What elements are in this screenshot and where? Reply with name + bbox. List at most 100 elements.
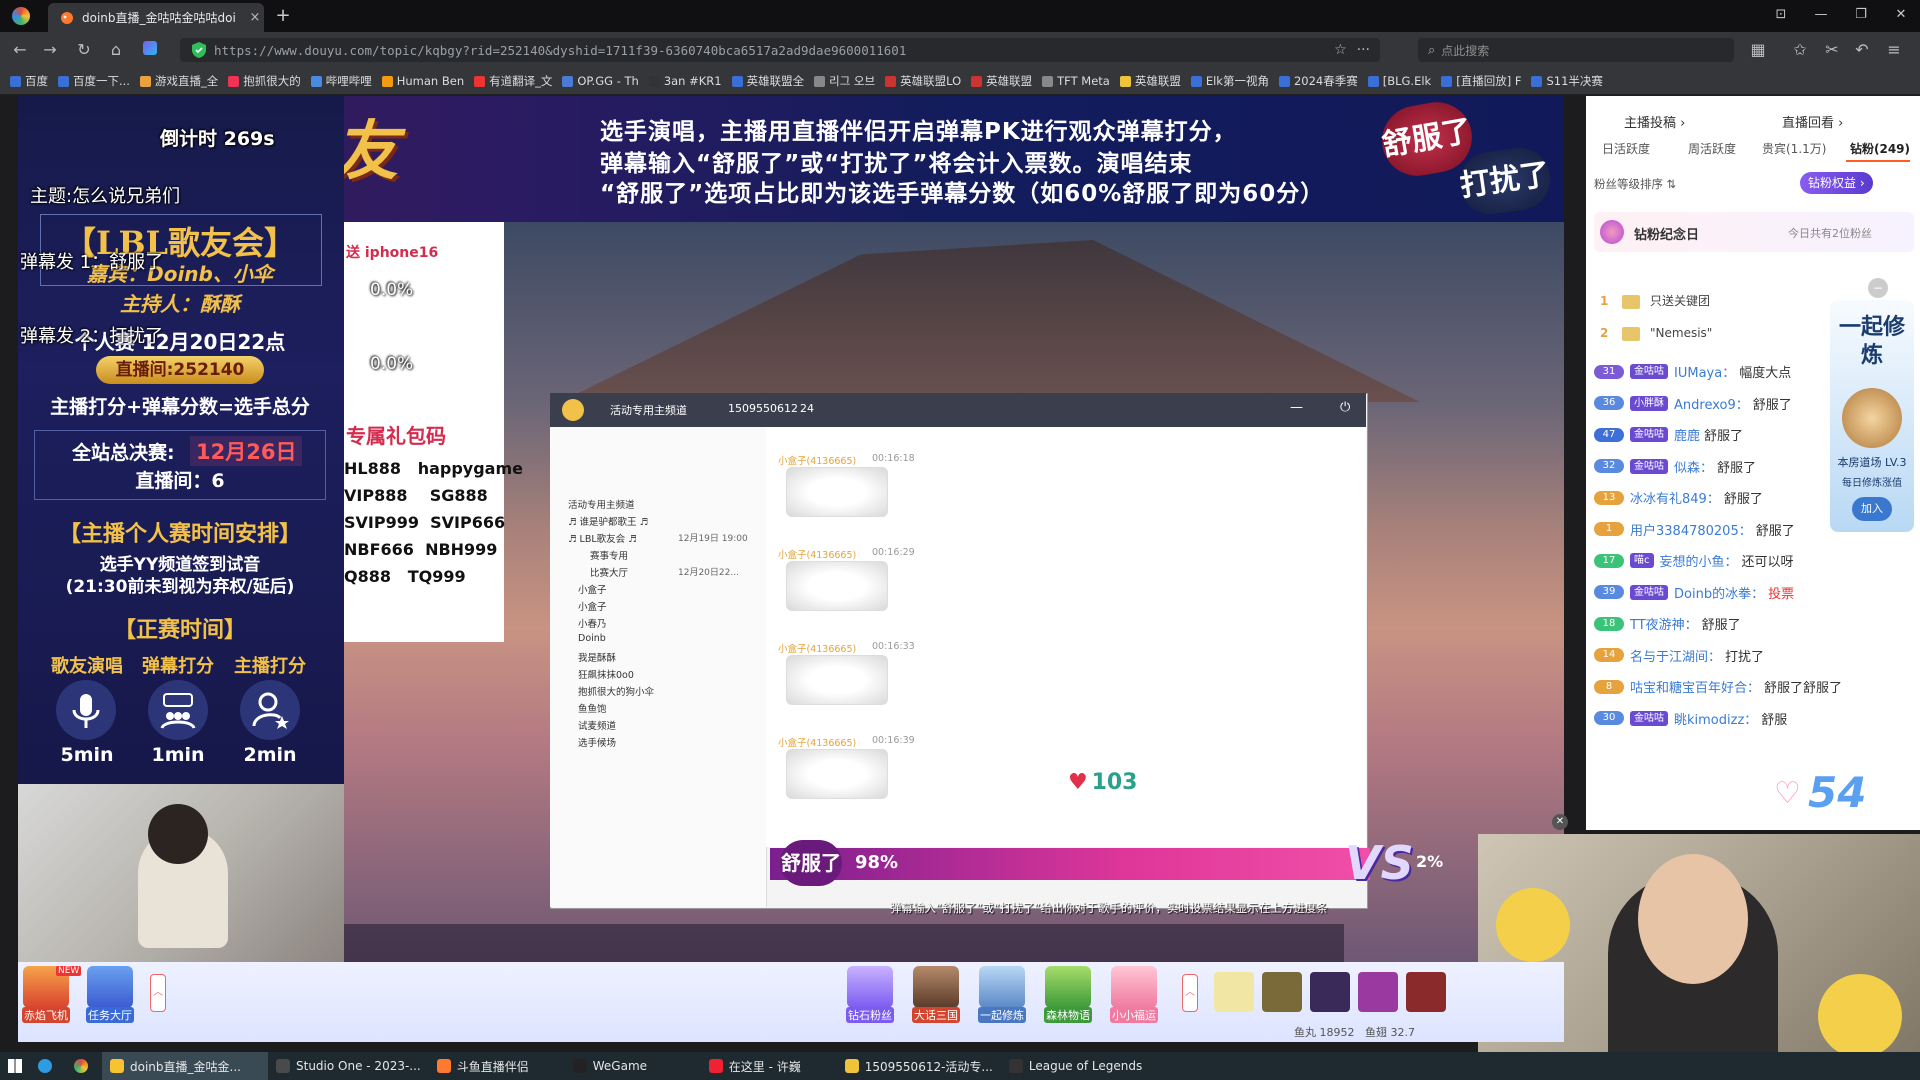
host-submission-link[interactable]: 主播投稿 ›	[1624, 112, 1685, 131]
bookmark-item[interactable]: 英雄联盟	[1119, 73, 1181, 89]
chrome-icon[interactable]	[66, 1052, 102, 1080]
window-menu-icon[interactable]: ⊡	[1766, 4, 1796, 26]
replay-link[interactable]: 直播回看 ›	[1782, 112, 1843, 131]
widget-minus-icon[interactable]: −	[1868, 278, 1888, 298]
bookmark-item[interactable]: OP.GG - Th	[562, 74, 639, 88]
menu-icon[interactable]: ≡	[1882, 38, 1906, 62]
channel-list-item[interactable]: 抱抓很大的狗小伞	[578, 684, 654, 698]
url-bar[interactable]: https://www.douyu.com/topic/kqbgy?rid=25…	[180, 38, 1380, 62]
tab-diamond-fans[interactable]: 钻粉(249)	[1850, 140, 1910, 157]
taskbar-app[interactable]: WeGame	[565, 1052, 701, 1080]
bookmark-item[interactable]: 리그 오브	[814, 73, 875, 89]
chat-nickname[interactable]: 咕宝和糖宝百年好合：	[1630, 677, 1760, 696]
gift-slot-icon[interactable]	[1214, 972, 1254, 1012]
taskbar-app[interactable]: doinb直播_金咕金...	[102, 1052, 268, 1080]
taskbar-app[interactable]: 在这里 - 许巍	[701, 1052, 837, 1080]
edge-icon[interactable]	[30, 1052, 66, 1080]
reload-icon[interactable]: ↻	[72, 38, 96, 62]
chat-nickname[interactable]: 鹿鹿	[1674, 425, 1700, 444]
webcam-close-icon[interactable]: ✕	[1552, 814, 1568, 830]
chat-nickname[interactable]: 用户3384780205：	[1630, 520, 1752, 539]
extension-icon[interactable]	[138, 38, 162, 62]
gift-item-diamond[interactable]: 钻石粉丝	[840, 966, 900, 1026]
app-minimize-icon[interactable]: —	[1290, 400, 1303, 415]
favorites-icon[interactable]: ✩	[1788, 38, 1812, 62]
browser-logo-icon[interactable]	[12, 7, 30, 25]
channel-list-item[interactable]: Doinb	[578, 633, 606, 644]
gift-item-task-hall[interactable]: 任务大厅	[80, 966, 140, 1026]
gift-item-forest[interactable]: 森林物语	[1038, 966, 1098, 1026]
chat-nickname[interactable]: 似森：	[1674, 457, 1713, 476]
channel-list-item[interactable]: 小春乃	[578, 616, 607, 630]
new-tab-button[interactable]: +	[272, 5, 294, 27]
channel-list-item[interactable]: 狂飙抹抹0o0	[578, 667, 634, 681]
gift-item-three-kingdoms[interactable]: 大话三国	[906, 966, 966, 1026]
taskbar-app[interactable]: 1509550612-活动专...	[837, 1052, 1001, 1080]
channel-list-item[interactable]: 小盒子	[578, 582, 607, 596]
search-input[interactable]: ⌕ 点此搜索	[1418, 38, 1734, 62]
like-heart-icon[interactable]: ♡	[1774, 776, 1801, 811]
start-button[interactable]	[0, 1052, 30, 1080]
chat-nickname[interactable]: Doinb的冰拳：	[1674, 583, 1764, 602]
channel-list-item[interactable]: ♬ LBL歌友会 ♬	[568, 531, 637, 545]
cut-icon[interactable]: ✂	[1820, 38, 1844, 62]
bookmark-item[interactable]: [BLG.Elk	[1367, 74, 1431, 88]
channel-list-item[interactable]: ♬ 谁是驴都歌王 ♬	[568, 514, 648, 528]
channel-list-item[interactable]: 试麦频道	[578, 718, 616, 732]
bookmark-item[interactable]: Elk第一视角	[1190, 73, 1269, 89]
app-close-icon[interactable]: ⏻	[1340, 400, 1350, 415]
chat-nickname[interactable]: 眺kimodizz：	[1674, 709, 1757, 728]
bookmark-item[interactable]: 游戏直播_全	[139, 73, 218, 89]
restore-icon[interactable]: ❐	[1846, 4, 1876, 26]
home-icon[interactable]: ⌂	[104, 38, 128, 62]
gift-expand-icon[interactable]: ︿	[1182, 974, 1198, 1012]
bookmark-item[interactable]: 英雄联盟	[971, 73, 1032, 89]
gift-slot-icon[interactable]	[1406, 972, 1446, 1012]
channel-list-item[interactable]: 小盒子	[578, 599, 607, 613]
bookmark-item[interactable]: Human Ben	[381, 74, 464, 88]
tab-vip[interactable]: 贵宾(1.1万)	[1762, 140, 1826, 157]
gift-item-plane[interactable]: 赤焰飞机 NEW	[16, 966, 82, 1026]
app-home-icon[interactable]	[562, 399, 584, 421]
bookmark-item[interactable]: 3an #KR1	[648, 74, 722, 88]
undo-icon[interactable]: ↶	[1850, 38, 1874, 62]
sort-label[interactable]: 粉丝等级排序 ⇅	[1594, 176, 1676, 192]
gift-item-cultivate[interactable]: 一起修炼	[972, 966, 1032, 1026]
chat-nickname[interactable]: 冰冰有礼849：	[1630, 488, 1720, 507]
cultivate-join-button[interactable]: 加入	[1852, 497, 1892, 521]
channel-list-item[interactable]: 比赛大厅	[590, 565, 628, 579]
more-icon[interactable]: ···	[1357, 42, 1370, 58]
chat-nickname[interactable]: Andrexo9：	[1674, 394, 1749, 413]
channel-list-item[interactable]: 赛事专用	[590, 548, 628, 562]
bookmark-item[interactable]: 抱抓很大的	[228, 73, 301, 89]
chat-nickname[interactable]: 妄想的小鱼：	[1660, 551, 1738, 570]
bookmark-item[interactable]: 哔哩哔哩	[310, 73, 372, 89]
bookmark-item[interactable]: 百度	[10, 73, 48, 89]
forward-icon[interactable]: →	[38, 38, 62, 62]
tab-daily[interactable]: 日活跃度	[1602, 140, 1650, 157]
bookmark-item[interactable]: S11半决赛	[1531, 73, 1603, 89]
taskbar-app[interactable]: Studio One - 2023-...	[268, 1052, 429, 1080]
gift-item-luck[interactable]: 小小福运	[1104, 966, 1164, 1026]
bookmark-star-icon[interactable]: ☆	[1334, 42, 1347, 58]
gift-slot-icon[interactable]	[1358, 972, 1398, 1012]
tab-close-icon[interactable]: ×	[246, 10, 264, 25]
cultivate-widget[interactable]: 一起修炼 本房道场 LV.3 每日修炼涨值 加入	[1830, 300, 1914, 532]
bookmark-item[interactable]: TFT Meta	[1042, 74, 1110, 88]
gift-slot-icon[interactable]	[1310, 972, 1350, 1012]
bookmark-item[interactable]: 有道翻译_文	[474, 73, 552, 89]
bookmark-item[interactable]: [直播回放] F	[1441, 73, 1521, 89]
chat-nickname[interactable]: 名与于江湖间：	[1630, 646, 1721, 665]
bookmark-item[interactable]: 英雄联盟LO	[885, 73, 961, 89]
chat-nickname[interactable]: TT夜游神：	[1630, 614, 1698, 633]
chat-nickname[interactable]: IUMaya：	[1674, 362, 1735, 381]
taskbar-app[interactable]: League of Legends	[1001, 1052, 1150, 1080]
gift-slot-icon[interactable]	[1262, 972, 1302, 1012]
taskbar-app[interactable]: 斗鱼直播伴侣	[429, 1052, 565, 1080]
tab-weekly[interactable]: 周活跃度	[1688, 140, 1736, 157]
channel-list-item[interactable]: 选手候场	[578, 735, 616, 749]
diamond-rights-button[interactable]: 钻粉权益 ›	[1800, 172, 1873, 194]
bookmark-item[interactable]: 2024春季赛	[1278, 73, 1358, 89]
channel-list-item[interactable]: 鱼鱼饱	[578, 701, 607, 715]
minimize-icon[interactable]: —	[1806, 4, 1836, 26]
